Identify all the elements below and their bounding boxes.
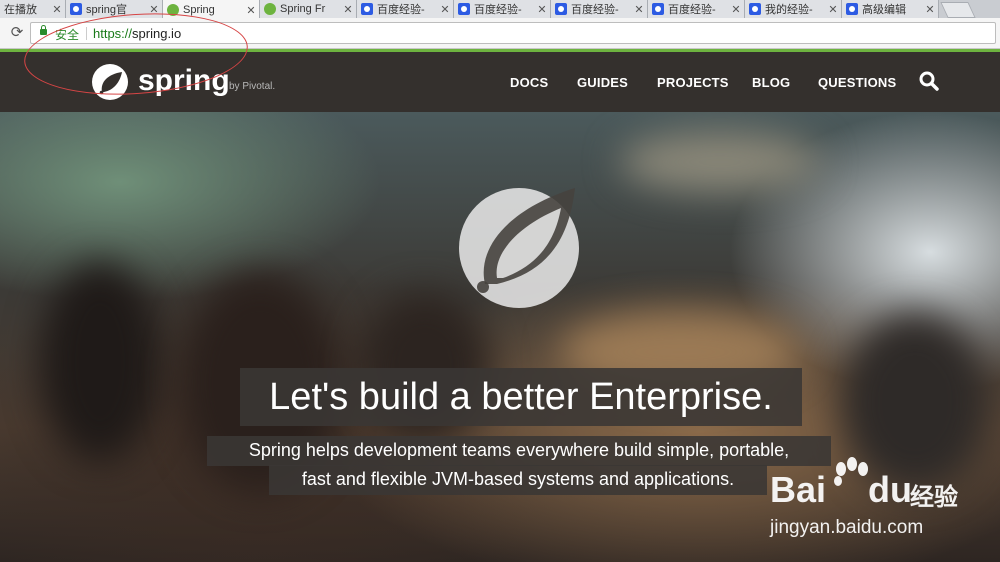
new-tab-button[interactable] bbox=[940, 2, 976, 18]
browser-tab[interactable]: 高级编辑 ✕ bbox=[842, 0, 939, 18]
tab-close-icon[interactable]: ✕ bbox=[148, 3, 160, 16]
browser-tab[interactable]: 百度经验- ✕ bbox=[454, 0, 551, 18]
browser-tab-active[interactable]: Spring ✕ bbox=[163, 0, 260, 18]
tab-title: spring官 bbox=[86, 4, 127, 16]
watermark-jingyan: 经验 bbox=[910, 484, 958, 511]
tab-title: 百度经验- bbox=[377, 4, 425, 16]
tab-close-icon[interactable]: ✕ bbox=[51, 3, 63, 16]
baidu-paw-icon bbox=[749, 3, 761, 15]
baidu-paw-icon bbox=[361, 3, 373, 15]
tab-title: 百度经验- bbox=[474, 4, 522, 16]
baidu-paw-icon bbox=[70, 3, 82, 15]
baidu-paw-icon bbox=[555, 3, 567, 15]
tab-title: 百度经验- bbox=[571, 4, 619, 16]
browser-tab-strip: 在播放 ✕ spring官 ✕ Spring ✕ Spring Fr ✕ 百度经… bbox=[0, 0, 1000, 18]
tab-close-icon[interactable]: ✕ bbox=[730, 3, 742, 16]
search-icon[interactable] bbox=[919, 71, 939, 91]
nav-blog[interactable]: BLOG bbox=[752, 75, 790, 90]
browser-tab[interactable]: 在播放 ✕ bbox=[0, 0, 66, 18]
tab-title: 我的经验- bbox=[765, 4, 813, 16]
watermark-du: du bbox=[868, 469, 912, 510]
baidu-watermark: Bai du 经验 jingyan.baidu.com bbox=[770, 455, 980, 545]
browser-toolbar: ⟳ 安全 https://spring.io bbox=[0, 18, 1000, 49]
site-header: spring by Pivotal. DOCS GUIDES PROJECTS … bbox=[0, 52, 1000, 112]
browser-tab[interactable]: 百度经验- ✕ bbox=[357, 0, 454, 18]
spring-hero-logo-icon bbox=[459, 188, 579, 308]
tab-title: 百度经验- bbox=[668, 4, 716, 16]
baidu-paw-icon bbox=[846, 3, 858, 15]
baidu-paw-icon bbox=[652, 3, 664, 15]
nav-projects[interactable]: PROJECTS bbox=[657, 75, 729, 90]
security-label[interactable]: 安全 bbox=[55, 26, 79, 43]
watermark-bai: Bai bbox=[770, 469, 827, 510]
url-scheme: https:// bbox=[93, 26, 133, 41]
browser-tab[interactable]: 百度经验- ✕ bbox=[551, 0, 648, 18]
tab-close-icon[interactable]: ✕ bbox=[536, 3, 548, 16]
spring-leaf-icon bbox=[167, 4, 179, 16]
browser-tab[interactable]: Spring Fr ✕ bbox=[260, 0, 357, 18]
hero-subline-2: fast and flexible JVM-based systems and … bbox=[269, 465, 767, 495]
tab-close-icon[interactable]: ✕ bbox=[439, 3, 451, 16]
brand-name[interactable]: spring bbox=[138, 64, 230, 98]
lock-icon[interactable] bbox=[40, 25, 47, 35]
by-pivotal: by Pivotal. bbox=[229, 81, 276, 92]
tab-close-icon[interactable]: ✕ bbox=[633, 3, 645, 16]
divider bbox=[86, 27, 87, 40]
watermark-site: jingyan.baidu.com bbox=[770, 517, 924, 538]
tab-title: Spring Fr bbox=[280, 3, 326, 15]
address-bar[interactable]: 安全 https://spring.io bbox=[30, 22, 996, 44]
tab-title: 高级编辑 bbox=[862, 4, 906, 16]
baidu-paw-icon bbox=[458, 3, 470, 15]
browser-tab[interactable]: 百度经验- ✕ bbox=[648, 0, 745, 18]
browser-tab[interactable]: 我的经验- ✕ bbox=[745, 0, 842, 18]
tab-close-icon[interactable]: ✕ bbox=[924, 3, 936, 16]
url-host: spring.io bbox=[132, 26, 182, 41]
nav-docs[interactable]: DOCS bbox=[510, 75, 548, 90]
hero-subline-1: Spring helps development teams everywher… bbox=[207, 436, 831, 466]
background-shape bbox=[620, 132, 820, 192]
tab-close-icon[interactable]: ✕ bbox=[827, 3, 839, 16]
tab-close-icon[interactable]: ✕ bbox=[245, 4, 257, 17]
nav-guides[interactable]: GUIDES bbox=[577, 75, 628, 90]
background-shape bbox=[40, 262, 160, 462]
hero-headline: Let's build a better Enterprise. bbox=[240, 368, 802, 426]
tab-title: 在播放 bbox=[4, 4, 37, 16]
tab-close-icon[interactable]: ✕ bbox=[342, 3, 354, 16]
nav-questions[interactable]: QUESTIONS bbox=[818, 75, 896, 90]
browser-tab[interactable]: spring官 ✕ bbox=[66, 0, 163, 18]
spring-logo-icon[interactable] bbox=[90, 62, 130, 102]
reload-icon[interactable]: ⟳ bbox=[8, 24, 26, 42]
url-text[interactable]: https://spring.io bbox=[93, 26, 181, 41]
tab-title: Spring bbox=[183, 4, 215, 16]
spring-leaf-icon bbox=[264, 3, 276, 15]
